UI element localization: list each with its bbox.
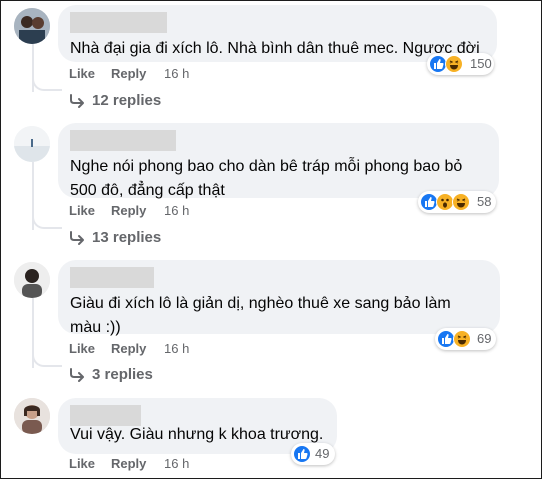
screenshot-border xyxy=(0,0,542,479)
